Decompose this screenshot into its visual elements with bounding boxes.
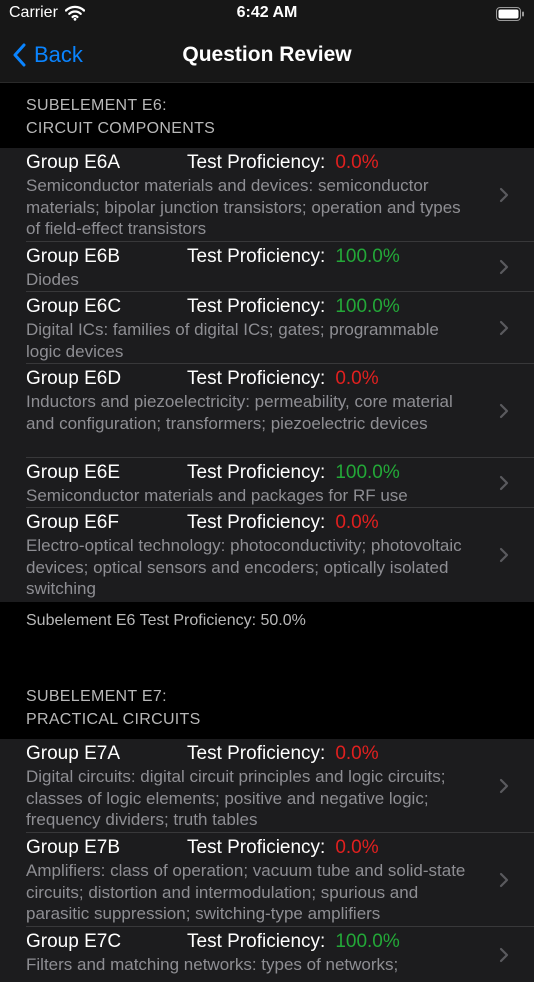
section-header: SUBELEMENT E7: PRACTICAL CIRCUITS <box>0 674 534 739</box>
group-title-line: Group E6D Test Proficiency: 0.0% <box>26 367 478 391</box>
group-description: Filters and matching networks: types of … <box>26 955 399 974</box>
question-review-list[interactable]: SUBELEMENT E6: CIRCUIT COMPONENTS Group E6… <box>0 83 534 982</box>
battery-icon <box>496 7 525 26</box>
group-row[interactable]: Group E6D Test Proficiency: 0.0% Inductors … <box>0 364 534 458</box>
chevron-right-icon <box>499 778 509 794</box>
chevron-right-icon <box>499 187 509 203</box>
chevron-right-icon <box>499 547 509 563</box>
group-name: Group E7B <box>26 837 120 858</box>
proficiency-label: Test Proficiency: <box>187 512 326 533</box>
group-name: Group E6B <box>26 246 120 267</box>
chevron-left-icon <box>13 43 26 67</box>
group-name: Group E7C <box>26 931 122 952</box>
back-label: Back <box>34 42 83 67</box>
back-button[interactable]: Back <box>12 28 83 82</box>
group-description: Diodes <box>26 270 79 289</box>
chevron-right-icon <box>499 947 509 962</box>
section-header-line: CIRCUIT COMPONENTS <box>26 120 216 137</box>
proficiency-label: Test Proficiency: <box>187 152 326 173</box>
proficiency-value: 100.0% <box>335 246 400 267</box>
proficiency-label: Test Proficiency: <box>187 368 326 389</box>
group-title-line: Group E7C Test Proficiency: 100.0% <box>26 930 478 954</box>
chevron-right-icon <box>499 403 509 419</box>
group-title-line: Group E6E Test Proficiency: 100.0% <box>26 461 478 485</box>
proficiency-value: 0.0% <box>335 512 379 533</box>
group-description: Amplifiers: class of operation; vacuum t… <box>26 861 466 923</box>
group-title-line: Group E6B Test Proficiency: 100.0% <box>26 245 478 269</box>
proficiency-label: Test Proficiency: <box>187 931 326 952</box>
proficiency-value: 100.0% <box>335 462 400 483</box>
group-row[interactable]: Group E7C Test Proficiency: 100.0% Filters … <box>0 927 534 982</box>
section-header: SUBELEMENT E6: CIRCUIT COMPONENTS <box>0 83 534 148</box>
chevron-right-icon <box>499 259 509 275</box>
proficiency-label: Test Proficiency: <box>187 837 326 858</box>
proficiency-value: 0.0% <box>335 368 379 389</box>
group-row[interactable]: Group E6F Test Proficiency: 0.0% Electro-op… <box>0 508 534 602</box>
group-description: Digital circuits: digital circuit princi… <box>26 767 446 829</box>
status-bar: Carrier 6:42 AM <box>0 0 534 28</box>
proficiency-value: 0.0% <box>335 837 379 858</box>
group-name: Group E7A <box>26 743 120 764</box>
group-description: Inductors and piezoelectricity: permeabi… <box>26 392 453 433</box>
group-description: Semiconductor materials and packages for… <box>26 486 408 505</box>
group-title-line: Group E7B Test Proficiency: 0.0% <box>26 836 478 860</box>
proficiency-value: 0.0% <box>335 743 379 764</box>
proficiency-value: 0.0% <box>335 152 379 173</box>
chevron-right-icon <box>499 320 509 336</box>
proficiency-label: Test Proficiency: <box>187 296 326 317</box>
group-name: Group E6C <box>26 296 122 317</box>
group-name: Group E6E <box>26 462 120 483</box>
proficiency-label: Test Proficiency: <box>187 246 326 267</box>
proficiency-label: Test Proficiency: <box>187 462 326 483</box>
group-title-line: Group E6C Test Proficiency: 100.0% <box>26 295 478 319</box>
proficiency-value: 100.0% <box>335 296 400 317</box>
proficiency-label: Test Proficiency: <box>187 743 326 764</box>
group-description: Digital ICs: families of digital ICs; ga… <box>26 320 439 361</box>
group-name: Group E6F <box>26 512 119 533</box>
proficiency-value: 100.0% <box>335 931 400 952</box>
status-time: 6:42 AM <box>236 4 298 21</box>
group-description: Electro-optical technology: photoconduct… <box>26 536 462 598</box>
group-title-line: Group E6A Test Proficiency: 0.0% <box>26 151 478 175</box>
group-description: Semiconductor materials and devices: sem… <box>26 176 461 238</box>
group-name: Group E6A <box>26 152 120 173</box>
group-row[interactable]: Group E6B Test Proficiency: 100.0% Diodes <box>0 242 534 292</box>
group-row[interactable]: Group E6C Test Proficiency: 100.0% Digital … <box>0 292 534 364</box>
group-title-line: Group E6F Test Proficiency: 0.0% <box>26 511 478 535</box>
navigation-bar: Back Question Review <box>0 28 534 83</box>
group-name: Group E6D <box>26 368 122 389</box>
group-title-line: Group E7A Test Proficiency: 0.0% <box>26 742 478 766</box>
section-header-line: SUBELEMENT E7: <box>26 688 167 705</box>
group-row[interactable]: Group E6E Test Proficiency: 100.0% Semicond… <box>0 458 534 508</box>
section-header-line: SUBELEMENT E6: <box>26 97 167 114</box>
group-row[interactable]: Group E7B Test Proficiency: 0.0% Amplifiers… <box>0 833 534 927</box>
chevron-right-icon <box>499 872 509 888</box>
group-row[interactable]: Group E7A Test Proficiency: 0.0% Digital ci… <box>0 739 534 833</box>
section-header-line: PRACTICAL CIRCUITS <box>26 711 201 728</box>
group-row[interactable]: Group E6A Test Proficiency: 0.0% Semiconduc… <box>0 148 534 242</box>
section-footer: Subelement E6 Test Proficiency: 50.0% <box>0 602 534 674</box>
chevron-right-icon <box>499 475 509 491</box>
